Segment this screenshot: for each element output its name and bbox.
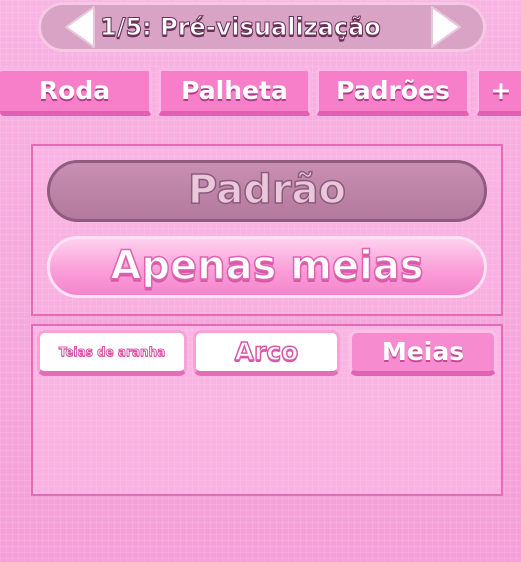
mode-panel: Padrão Apenas meias bbox=[31, 144, 503, 316]
tab-padroes[interactable]: Padrões bbox=[316, 68, 470, 116]
tab-more[interactable]: + bbox=[476, 68, 521, 116]
tab-palheta[interactable]: Palheta bbox=[158, 68, 311, 116]
arrow-right-icon bbox=[431, 6, 461, 48]
socks-only-button[interactable]: Apenas meias bbox=[47, 236, 487, 298]
sub-tab-spider-webs[interactable]: Teias de aranha bbox=[37, 330, 187, 376]
arrow-left-icon bbox=[65, 6, 95, 48]
pattern-panel: Teias de aranha Arco Meias bbox=[31, 324, 503, 496]
sub-tab-socks[interactable]: Meias bbox=[349, 330, 497, 376]
next-button[interactable] bbox=[428, 4, 464, 50]
page-title: 1/5: Pré-visualização bbox=[100, 13, 382, 42]
sub-tab-bow[interactable]: Arco bbox=[193, 330, 340, 376]
previous-button[interactable] bbox=[62, 4, 98, 50]
standard-mode-button[interactable]: Padrão bbox=[47, 160, 487, 222]
tab-roda[interactable]: Roda bbox=[0, 68, 152, 116]
